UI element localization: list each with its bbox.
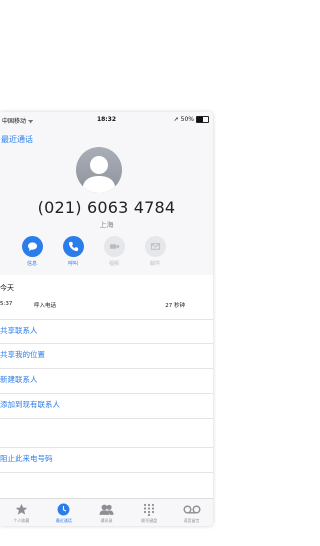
call-label: 呼叫: [67, 261, 78, 267]
mail-button[interactable]: 邮件: [143, 236, 167, 267]
tab-contacts[interactable]: 通讯录: [85, 499, 128, 526]
block-caller-option[interactable]: 阻止此来电号码: [0, 453, 53, 464]
battery-percent: 50%: [180, 116, 194, 123]
tab-voicemail[interactable]: 语音留言: [170, 499, 213, 526]
phone-screen: 中国移动 ᯤ 18:32 ➚ 50% 最近通话 (021) 6063 4784 …: [0, 112, 213, 526]
call-type: 呼入电话: [34, 303, 57, 309]
divider: [0, 343, 213, 344]
share-location-option[interactable]: 共享我的位置: [0, 349, 45, 360]
voicemail-icon: [183, 505, 201, 514]
call-day: 今天: [0, 284, 14, 292]
tab-contacts-label: 通讯录: [100, 518, 113, 523]
video-label: 视频: [108, 261, 119, 267]
mail-icon: [150, 243, 160, 250]
battery-group: ➚ 50%: [174, 116, 209, 123]
tab-favorites[interactable]: 个人收藏: [0, 499, 43, 526]
keypad-icon: [143, 503, 155, 516]
tab-keypad[interactable]: 拨号键盘: [128, 499, 171, 526]
share-contact-option[interactable]: 共享联系人: [0, 325, 38, 336]
avatar: [76, 147, 122, 193]
video-icon: [109, 244, 119, 249]
tab-keypad-label: 拨号键盘: [141, 518, 158, 523]
location-arrow-icon: ➚: [173, 116, 179, 123]
message-button[interactable]: 信息: [20, 236, 44, 267]
divider: [0, 447, 213, 448]
back-button[interactable]: 最近通话: [1, 134, 33, 145]
tab-recents[interactable]: 最近通话: [43, 499, 86, 526]
divider: [0, 368, 213, 369]
number-location: 上海: [99, 221, 114, 229]
clock-icon: [57, 503, 70, 516]
call-time: 5:37: [0, 301, 13, 307]
divider: [0, 472, 213, 473]
tab-recents-label: 最近通话: [55, 518, 72, 523]
tab-voicemail-label: 语音留言: [183, 518, 200, 523]
video-button[interactable]: 视频: [102, 236, 126, 267]
call-button[interactable]: 呼叫: [61, 236, 85, 267]
phone-number: (021) 6063 4784: [37, 198, 176, 217]
call-duration: 27 秒钟: [165, 303, 185, 309]
star-icon: [15, 503, 28, 515]
message-label: 信息: [26, 261, 37, 267]
divider: [0, 393, 213, 394]
divider: [0, 319, 213, 320]
status-bar: 中国移动 ᯤ 18:32 ➚ 50%: [0, 112, 213, 125]
tab-bar: 个人收藏 最近通话 通讯录 拨号键盘 语音留言: [0, 498, 213, 526]
message-icon: [27, 242, 37, 252]
detail-sheet: 今天 5:37 呼入电话 27 秒钟 共享联系人 共享我的位置 新建联系人 添加…: [0, 275, 213, 499]
phone-icon: [68, 241, 78, 252]
new-contact-option[interactable]: 新建联系人: [0, 374, 38, 385]
contacts-icon: [99, 504, 114, 515]
battery-icon: [196, 116, 209, 123]
person-silhouette-icon: [82, 156, 116, 193]
action-row: 信息 呼叫 视频 邮件: [20, 236, 167, 267]
tab-favorites-label: 个人收藏: [13, 518, 30, 523]
divider: [0, 418, 213, 419]
add-to-existing-option[interactable]: 添加到现有联系人: [0, 399, 60, 410]
mail-label: 邮件: [149, 261, 160, 267]
